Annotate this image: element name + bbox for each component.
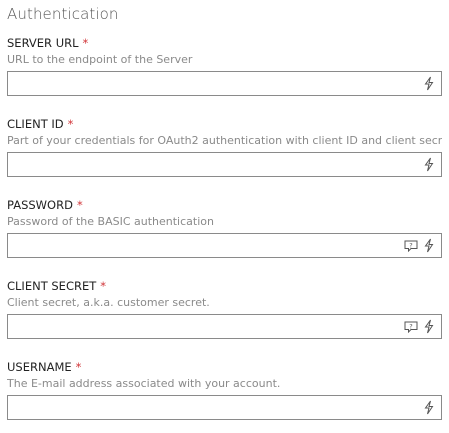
field-label: PASSWORD * [7, 198, 442, 212]
field-label: CLIENT SECRET * [7, 279, 442, 293]
username-input-box[interactable] [7, 395, 442, 420]
username-input[interactable] [8, 396, 398, 419]
field-label: USERNAME * [7, 360, 442, 374]
client-id-input[interactable] [8, 153, 398, 176]
required-marker: * [82, 36, 89, 50]
field-client-secret: CLIENT SECRET * Client secret, a.k.a. cus… [7, 279, 442, 339]
required-marker: * [100, 279, 107, 293]
client-secret-input-box[interactable]: ? [7, 314, 442, 339]
field-client-id: CLIENT ID * Part of your credentials for … [7, 117, 442, 177]
svg-text:?: ? [409, 241, 412, 249]
field-label: CLIENT ID * [7, 117, 442, 131]
dynamic-content-icon[interactable] [422, 400, 436, 415]
field-description: Part of your credentials for OAuth2 auth… [7, 134, 442, 147]
password-input-box[interactable]: ? [7, 233, 442, 258]
field-description: The E-mail address associated with your … [7, 377, 281, 390]
field-label-text: PASSWORD [7, 198, 73, 212]
field-label-text: CLIENT ID [7, 117, 64, 131]
required-marker: * [75, 360, 82, 374]
server-url-input-box[interactable] [7, 71, 442, 96]
server-url-input[interactable] [8, 72, 398, 95]
client-secret-input[interactable] [8, 315, 398, 338]
secure-input-icon[interactable]: ? [404, 240, 418, 252]
dynamic-content-icon[interactable] [422, 157, 436, 172]
field-password: PASSWORD * Password of the BASIC authenti… [7, 198, 442, 258]
client-id-input-box[interactable] [7, 152, 442, 177]
required-marker: * [67, 117, 74, 131]
svg-text:?: ? [409, 322, 412, 330]
secure-input-icon[interactable]: ? [404, 321, 418, 333]
section-title: Authentication [7, 5, 119, 23]
dynamic-content-icon[interactable] [422, 76, 436, 91]
dynamic-content-icon[interactable] [422, 319, 436, 334]
field-label-text: CLIENT SECRET [7, 279, 97, 293]
password-input[interactable] [8, 234, 398, 257]
field-description: Client secret, a.k.a. customer secret. [7, 296, 210, 309]
field-label-text: SERVER URL [7, 36, 79, 50]
field-server-url: SERVER URL * URL to the endpoint of the S… [7, 36, 442, 96]
field-label: SERVER URL * [7, 36, 442, 50]
field-username: USERNAME * The E-mail address associated … [7, 360, 442, 420]
field-description: URL to the endpoint of the Server [7, 53, 193, 66]
field-description: Password of the BASIC authentication [7, 215, 214, 228]
required-marker: * [76, 198, 83, 212]
field-label-text: USERNAME [7, 360, 72, 374]
dynamic-content-icon[interactable] [422, 238, 436, 253]
authentication-form: Authentication SERVER URL * URL to the en… [0, 0, 449, 433]
